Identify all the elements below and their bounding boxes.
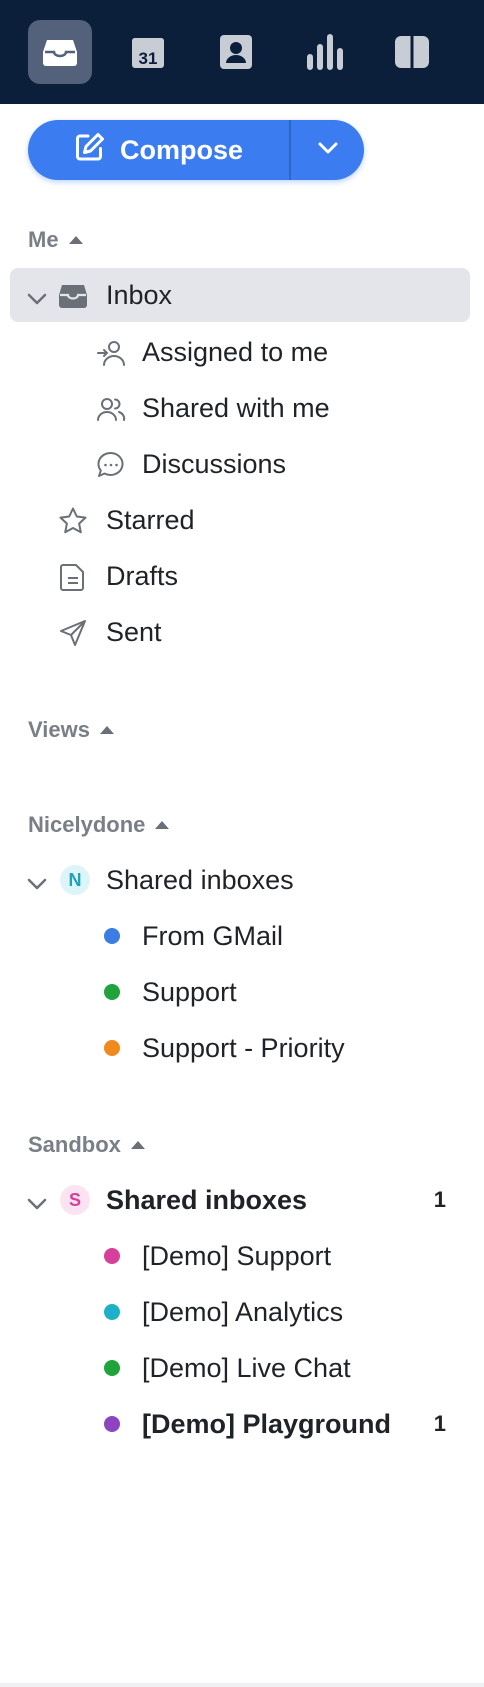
- document-icon: [58, 562, 88, 592]
- sidebar-item-label: Support: [142, 976, 237, 1007]
- chat-bubble-icon: [96, 450, 126, 480]
- sidebar-item-label: Sent: [106, 616, 162, 647]
- section-nicelydone-header[interactable]: Nicelydone: [28, 812, 170, 838]
- sidebar-item-inbox-support-priority[interactable]: Support - Priority: [10, 1021, 470, 1075]
- bottom-divider: [0, 1683, 484, 1687]
- section-nicelydone-label: Nicelydone: [28, 812, 146, 837]
- sidebar-item-label: [Demo] Live Chat: [142, 1352, 351, 1383]
- sidebar-item-label: Support - Priority: [142, 1032, 345, 1063]
- section-me-header[interactable]: Me: [28, 227, 83, 253]
- chevron-down-icon[interactable]: [26, 1190, 48, 1221]
- team-avatar: N: [60, 865, 90, 895]
- unread-count: 1: [433, 1187, 446, 1212]
- compose-button[interactable]: Compose: [28, 120, 289, 180]
- compose-dropdown-button[interactable]: [291, 120, 364, 180]
- star-icon: [58, 506, 88, 536]
- collapse-triangle-icon: [68, 236, 83, 244]
- sidebar-item-inbox-support[interactable]: Support: [10, 965, 470, 1019]
- sidebar-item-shared-with-me[interactable]: Shared with me: [10, 381, 470, 435]
- sidebar-item-label: Shared with me: [142, 392, 330, 423]
- sidebar-item-label: Inbox: [106, 279, 173, 310]
- inbox-color-dot: [104, 928, 120, 944]
- sidebar-item-inbox-demo-analytics[interactable]: [Demo] Analytics: [10, 1285, 470, 1339]
- sidebar-group-nicelydone-shared-inboxes[interactable]: N Shared inboxes: [10, 853, 470, 907]
- sidebar-item-inbox-demo-live-chat[interactable]: [Demo] Live Chat: [10, 1341, 470, 1395]
- sidebar-item-inbox-demo-playground[interactable]: [Demo] Playground 1: [10, 1397, 470, 1451]
- paper-plane-icon: [58, 618, 88, 648]
- analytics-icon[interactable]: [292, 20, 356, 84]
- sidebar-item-inbox-from-gmail[interactable]: From GMail: [10, 909, 470, 963]
- top-navigation-bar: 31: [0, 0, 484, 104]
- contacts-icon[interactable]: [204, 20, 268, 84]
- compose-edit-icon: [74, 131, 106, 170]
- split-view-icon[interactable]: [380, 20, 444, 84]
- inbox-tray-icon: [58, 281, 88, 311]
- inbox-color-dot: [104, 1416, 120, 1432]
- inbox-tray-icon[interactable]: [28, 20, 92, 84]
- sidebar-item-assigned-to-me[interactable]: Assigned to me: [10, 325, 470, 379]
- unread-count: 1: [433, 1411, 446, 1436]
- chevron-down-icon[interactable]: [26, 870, 48, 901]
- section-views-header[interactable]: Views: [28, 717, 114, 743]
- sidebar-item-label: [Demo] Support: [142, 1240, 332, 1271]
- collapse-triangle-icon: [155, 821, 170, 829]
- team-avatar: S: [60, 1185, 90, 1215]
- sidebar-item-label: Drafts: [106, 560, 179, 591]
- sidebar-item-drafts[interactable]: Drafts: [10, 549, 470, 603]
- section-sandbox-label: Sandbox: [28, 1132, 121, 1157]
- sidebar-item-label: Discussions: [142, 448, 287, 479]
- calendar-day: 31: [139, 49, 158, 68]
- inbox-color-dot: [104, 1248, 120, 1264]
- sidebar-item-label: From GMail: [142, 920, 283, 951]
- sidebar-item-discussions[interactable]: Discussions: [10, 437, 470, 491]
- sidebar-item-label: Assigned to me: [142, 336, 329, 367]
- inbox-color-dot: [104, 1304, 120, 1320]
- users-icon: [96, 394, 126, 424]
- section-me-label: Me: [28, 227, 59, 252]
- compose-button-group: Compose: [28, 120, 364, 180]
- sidebar-item-sent[interactable]: Sent: [10, 605, 470, 659]
- chevron-down-icon: [317, 141, 339, 160]
- section-views-label: Views: [28, 717, 90, 742]
- sidebar-item-label: [Demo] Analytics: [142, 1296, 344, 1327]
- inbox-color-dot: [104, 1360, 120, 1376]
- collapse-triangle-icon: [130, 1141, 145, 1149]
- collapse-triangle-icon: [99, 726, 114, 734]
- inbox-color-dot: [104, 984, 120, 1000]
- sidebar-group-label: Shared inboxes: [106, 1184, 308, 1215]
- sidebar-item-inbox[interactable]: Inbox: [10, 268, 470, 322]
- sidebar-item-inbox-demo-support[interactable]: [Demo] Support: [10, 1229, 470, 1283]
- sidebar-group-label: Shared inboxes: [106, 864, 294, 895]
- calendar-icon[interactable]: 31: [116, 20, 180, 84]
- sidebar-item-starred[interactable]: Starred: [10, 493, 470, 547]
- assigned-user-icon: [96, 338, 126, 368]
- sidebar-item-label: [Demo] Playground: [142, 1408, 392, 1439]
- inbox-color-dot: [104, 1040, 120, 1056]
- compose-label: Compose: [119, 134, 244, 165]
- sidebar-item-label: Starred: [106, 504, 195, 535]
- sidebar-group-sandbox-shared-inboxes[interactable]: S Shared inboxes 1: [10, 1173, 470, 1227]
- chevron-down-icon[interactable]: [26, 285, 48, 316]
- section-sandbox-header[interactable]: Sandbox: [28, 1132, 145, 1158]
